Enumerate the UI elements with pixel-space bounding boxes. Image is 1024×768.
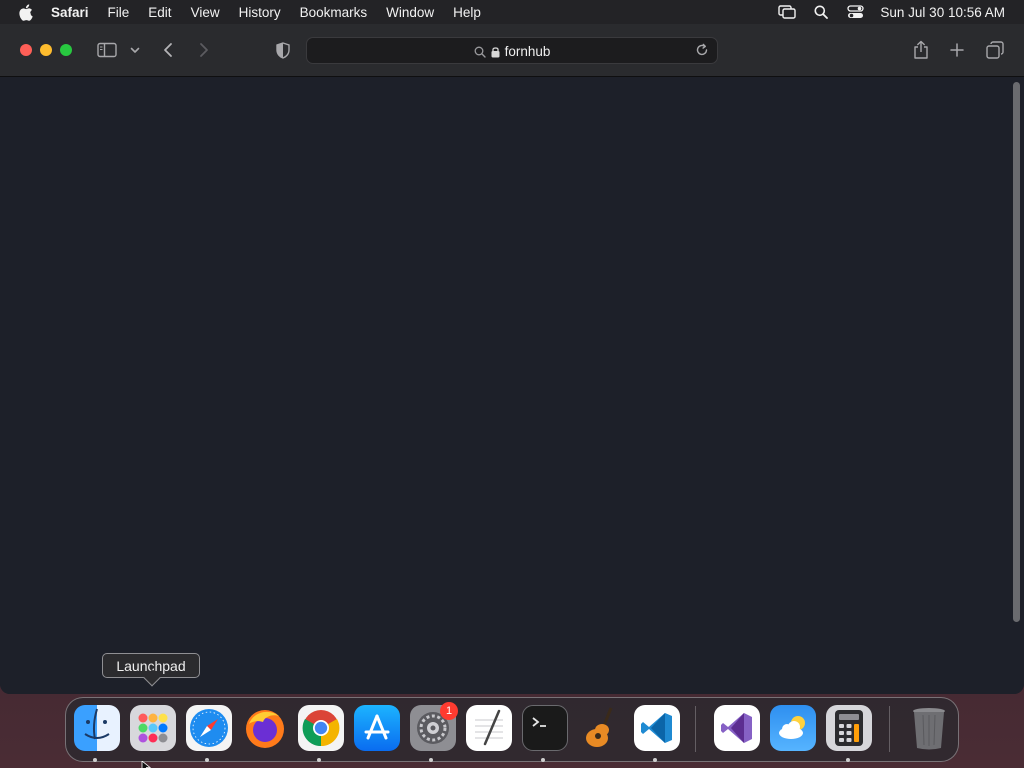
visual-studio-icon[interactable] (714, 705, 760, 751)
chrome-icon[interactable] (298, 705, 344, 751)
menu-edit[interactable]: Edit (148, 5, 171, 20)
weather-icon[interactable] (770, 705, 816, 751)
page-content-area[interactable] (0, 78, 1024, 694)
finder-running-indicator (93, 758, 97, 762)
back-icon[interactable] (160, 41, 176, 59)
lock-icon (491, 46, 500, 58)
safari-running-indicator (205, 758, 209, 762)
privacy-shield-icon[interactable] (274, 41, 292, 59)
url-text: fornhub (504, 44, 551, 59)
app-store-icon[interactable] (354, 705, 400, 751)
launchpad-icon[interactable] (130, 705, 176, 751)
address-bar[interactable]: fornhub (306, 37, 718, 64)
firefox-icon[interactable] (242, 705, 288, 751)
menu-bar: Safari File Edit View History Bookmarks … (0, 0, 1024, 24)
menu-history[interactable]: History (239, 5, 281, 20)
spotlight-search-icon[interactable] (812, 4, 830, 20)
dock-tooltip: Launchpad (102, 653, 200, 687)
menu-app-safari[interactable]: Safari (51, 5, 89, 20)
menu-bookmarks[interactable]: Bookmarks (300, 5, 368, 20)
settings-notification-badge: 1 (440, 702, 458, 720)
vscode-running-indicator (653, 758, 657, 762)
finder-icon[interactable] (74, 705, 120, 751)
safari-window: fornhub (0, 24, 1024, 694)
terminal-icon[interactable] (522, 705, 568, 751)
calculator-running-indicator (846, 758, 850, 762)
forward-icon[interactable] (196, 41, 212, 59)
vscode-icon[interactable] (634, 705, 680, 751)
dock-separator (695, 706, 696, 752)
share-icon[interactable] (911, 39, 931, 61)
menu-window[interactable]: Window (386, 5, 434, 20)
control-center-icon[interactable] (846, 4, 864, 20)
trash-icon[interactable] (906, 705, 952, 751)
menu-view[interactable]: View (191, 5, 220, 20)
mouse-cursor-icon (141, 758, 153, 768)
menu-help[interactable]: Help (453, 5, 481, 20)
garageband-icon[interactable] (578, 705, 624, 751)
close-window-button[interactable] (20, 44, 32, 56)
screen-mirroring-icon[interactable] (778, 4, 797, 20)
fullscreen-window-button[interactable] (60, 44, 72, 56)
chrome-running-indicator (317, 758, 321, 762)
dock-separator (889, 706, 890, 752)
minimize-window-button[interactable] (40, 44, 52, 56)
vertical-scrollbar[interactable] (1011, 80, 1022, 640)
new-tab-icon[interactable] (948, 41, 966, 59)
sidebar-icon[interactable] (96, 41, 118, 59)
apple-menu-icon[interactable] (18, 3, 36, 21)
safari-toolbar: fornhub (0, 24, 1024, 77)
terminal-running-indicator (541, 758, 545, 762)
calculator-icon[interactable] (826, 705, 872, 751)
dock (65, 697, 959, 762)
tab-overview-icon[interactable] (985, 40, 1005, 60)
reload-icon[interactable] (695, 43, 711, 59)
search-icon (474, 46, 486, 58)
safari-app-icon[interactable] (186, 705, 232, 751)
textedit-icon[interactable] (466, 705, 512, 751)
menu-file[interactable]: File (108, 5, 130, 20)
menubar-clock[interactable]: Sun Jul 30 10:56 AM (880, 5, 1005, 20)
settings-running-indicator (429, 758, 433, 762)
scrollbar-thumb[interactable] (1013, 82, 1020, 622)
chevron-down-icon[interactable] (129, 44, 141, 56)
